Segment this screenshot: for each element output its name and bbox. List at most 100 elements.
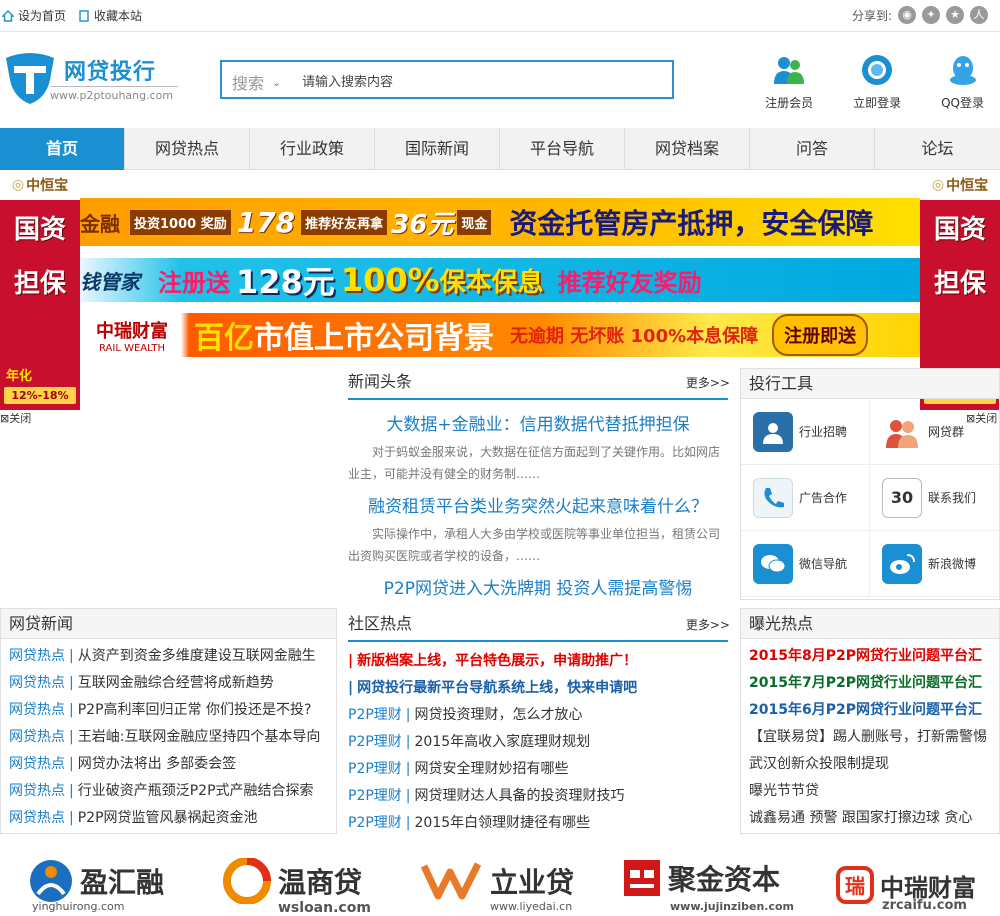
list-item[interactable]: 2015年8月P2P网贷行业问题平台汇	[749, 643, 991, 670]
list-item-tag[interactable]: P2P理财	[348, 707, 402, 723]
list-item[interactable]: 网贷热点 | 从资产到资金多维度建设互联网金融生	[9, 643, 328, 670]
nav-item-forum[interactable]: 论坛	[875, 128, 1000, 170]
list-item-tag[interactable]: 网贷热点	[9, 810, 65, 826]
headline-item-desc: 实际操作中，承租人大多由学校或医院等事业单位担当，租赁公司出资购买医院或者学校的…	[348, 527, 721, 563]
list-item-text[interactable]: P2P高利率回归正常 你们投还是不投?	[78, 702, 312, 718]
nav-item-qa[interactable]: 问答	[750, 128, 875, 170]
list-item[interactable]: | 新版档案上线，平台特色展示，申请助推广！	[348, 648, 728, 675]
register-button[interactable]: 注册会员	[765, 52, 813, 111]
list-item-tag[interactable]: 网贷热点	[9, 756, 65, 772]
list-item[interactable]: 网贷热点 | 行业破资产瓶颈泛P2P式产融结合探索	[9, 778, 328, 805]
top-links: 设为首页 收藏本站	[2, 7, 142, 24]
b2-t1: 注册送	[158, 268, 230, 297]
list-item-text[interactable]: P2P网贷监管风暴祸起资金池	[78, 810, 258, 826]
nav-item-archive[interactable]: 网贷档案	[625, 128, 750, 170]
list-item-text[interactable]: 2015年白领理财捷径有哪些	[415, 815, 591, 831]
b3-brand-block: 中瑞财富 RAIL WEALTH	[80, 317, 184, 354]
list-item[interactable]: 网贷热点 | 互联网金融综合经营将成新趋势	[9, 670, 328, 697]
community-more-link[interactable]: 更多>>	[686, 616, 730, 633]
list-item-tag[interactable]: 网贷热点	[9, 675, 65, 691]
list-item[interactable]: 网贷热点 | 王岩岫:互联网金融应坚持四个基本导向	[9, 724, 328, 751]
list-item-tag[interactable]: P2P理财	[348, 815, 402, 831]
search-type-select[interactable]: 搜索 ⌄	[232, 70, 281, 94]
svg-text:瑞: 瑞	[845, 874, 865, 898]
partner-logo[interactable]: 瑞 中瑞财富 zrcaifu.com	[836, 866, 976, 913]
banner-ad-1[interactable]: 金融 投资1000 奖励 178 推荐好友再拿 36元 现金 资金托管房产抵押，…	[80, 198, 920, 246]
list-item-text[interactable]: 王岩岫:互联网金融应坚持四个基本导向	[78, 729, 321, 745]
list-item[interactable]: P2P理财 | 网贷投资理财，怎么才放心	[348, 702, 728, 729]
nav-item-platform-guide[interactable]: 平台导航	[500, 128, 625, 170]
partner-logo[interactable]: 温商贷 wsloan.com	[222, 858, 371, 916]
side-ad-line2: 担保	[13, 269, 66, 299]
list-item-text[interactable]: 新版档案上线，平台特色展示，申请助推广！	[357, 653, 637, 669]
list-item[interactable]: 2015年6月P2P网贷行业问题平台汇	[749, 697, 991, 724]
list-item-text[interactable]: 网贷投行最新平台导航系统上线，快来申请吧	[357, 680, 637, 696]
list-item-tag[interactable]: P2P理财	[348, 734, 402, 750]
share-star-icon[interactable]: ★	[946, 6, 964, 24]
list-item-text[interactable]: 互联网金融综合经营将成新趋势	[78, 675, 274, 691]
list-item-tag[interactable]: 网贷热点	[9, 648, 65, 664]
list-item-text[interactable]: 2015年高收入家庭理财规划	[415, 734, 591, 750]
tool-contact[interactable]: 30 联系我们	[870, 465, 999, 531]
list-item-tag[interactable]: P2P理财	[348, 788, 402, 804]
list-item[interactable]: P2P理财 | 2015年高收入家庭理财规划	[348, 729, 728, 756]
partner-url: yinghuirong.com	[32, 900, 125, 913]
set-home-link[interactable]: 设为首页	[2, 7, 66, 24]
list-item[interactable]: 【宜联易贷】踢人删账号，打新需警惕	[749, 724, 991, 751]
b3-t1: 百亿	[194, 321, 254, 356]
login-button[interactable]: 立即登录	[853, 52, 901, 111]
list-item-tag[interactable]: 网贷热点	[9, 702, 65, 718]
banner-ad-2[interactable]: 钱管家 注册送 128元 100% 保本保息 推荐好友奖励	[80, 258, 920, 302]
list-item[interactable]: 网贷热点 | 网贷办法将出 多部委会签	[9, 751, 328, 778]
search-input[interactable]: 请输入搜索内容	[302, 71, 393, 90]
list-item-tag[interactable]: 网贷热点	[9, 729, 65, 745]
list-item[interactable]: 网贷热点 | P2P高利率回归正常 你们投还是不投?	[9, 697, 328, 724]
list-item-text[interactable]: 网贷理财达人具备的投资理财技巧	[415, 788, 625, 804]
loan-news-title: 网贷新闻	[1, 609, 336, 639]
banner-ad-3[interactable]: 中瑞财富 RAIL WEALTH 百亿 市值上市公司背景 无逾期 无坏账 100…	[80, 313, 920, 357]
list-item[interactable]: P2P理财 | 网贷安全理财妙招有哪些	[348, 756, 728, 783]
partner-logo[interactable]: 立业贷 www.liyedai.cn	[420, 858, 574, 913]
headline-more-link[interactable]: 更多>>	[686, 374, 730, 391]
nav-item-intl-news[interactable]: 国际新闻	[375, 128, 500, 170]
list-item[interactable]: 武汉创新众投限制提现	[749, 751, 991, 778]
list-item-tag[interactable]: P2P理财	[348, 761, 402, 777]
share-renren-icon[interactable]: 人	[970, 6, 988, 24]
list-item[interactable]: 诚鑫易通 预警 跟国家打擦边球 贪心	[749, 805, 991, 832]
list-item-tag[interactable]: 网贷热点	[9, 783, 65, 799]
list-item[interactable]: P2P理财 | 2015年白领理财捷径有哪些	[348, 810, 728, 837]
bookmark-link[interactable]: 收藏本站	[78, 7, 142, 24]
nav-item-home[interactable]: 首页	[0, 128, 125, 170]
headline-item-title[interactable]: 融资租赁平台类业务突然火起来意味着什么？	[348, 492, 728, 517]
list-item[interactable]: | 网贷投行最新平台导航系统上线，快来申请吧	[348, 675, 728, 702]
nav-item-hot[interactable]: 网贷热点	[125, 128, 250, 170]
tool-ad-cooperation[interactable]: 广告合作	[741, 465, 870, 531]
partner-logo[interactable]: 盈汇融 yinghuirong.com	[28, 858, 164, 913]
nav-item-policy[interactable]: 行业政策	[250, 128, 375, 170]
list-item-text[interactable]: 从资产到资金多维度建设互联网金融生	[78, 648, 316, 664]
headline-item-title[interactable]: 大数据+金融业：信用数据代替抵押担保	[348, 410, 728, 435]
share-qzone-icon[interactable]: ✦	[922, 6, 940, 24]
list-item[interactable]: 网贷热点 | P2P网贷监管风暴祸起资金池	[9, 805, 328, 832]
list-item-text[interactable]: 行业破资产瓶颈泛P2P式产融结合探索	[78, 783, 314, 799]
list-item-text[interactable]: 网贷投资理财，怎么才放心	[415, 707, 583, 723]
headline-item-title[interactable]: P2P网贷进入大洗牌期 投资人需提高警惕	[348, 574, 728, 599]
partner-logo[interactable]: 聚金资本 www.jujinziben.com	[622, 858, 794, 913]
tool-wechat[interactable]: 微信导航	[741, 531, 870, 597]
tool-weibo[interactable]: 新浪微博	[870, 531, 999, 597]
qq-login-button[interactable]: QQ登录	[941, 52, 984, 111]
list-item-text[interactable]: 网贷办法将出 多部委会签	[78, 756, 236, 772]
site-logo[interactable]: 网贷投行 www.p2ptouhang.com	[2, 50, 192, 116]
share-weibo-icon[interactable]: ◉	[898, 6, 916, 24]
list-item-text[interactable]: 网贷安全理财妙招有哪些	[415, 761, 569, 777]
side-ad-left[interactable]: ◎ 中恒宝 国资 担保 年化 12%-18%	[0, 170, 80, 410]
tool-group[interactable]: 网贷群	[870, 399, 999, 465]
list-item[interactable]: 曝光节节贷	[749, 778, 991, 805]
list-item[interactable]: 2015年7月P2P网贷行业问题平台汇	[749, 670, 991, 697]
b1-t2: 推荐好友再拿	[301, 209, 388, 235]
list-item[interactable]: P2P理财 | 网贷理财达人具备的投资理财技巧	[348, 783, 728, 810]
tool-recruit[interactable]: 行业招聘	[741, 399, 870, 465]
side-ad-left-close[interactable]: ⊠关闭	[0, 410, 31, 426]
community-divider	[348, 640, 728, 642]
b3-register-btn[interactable]: 注册即送	[772, 314, 869, 356]
